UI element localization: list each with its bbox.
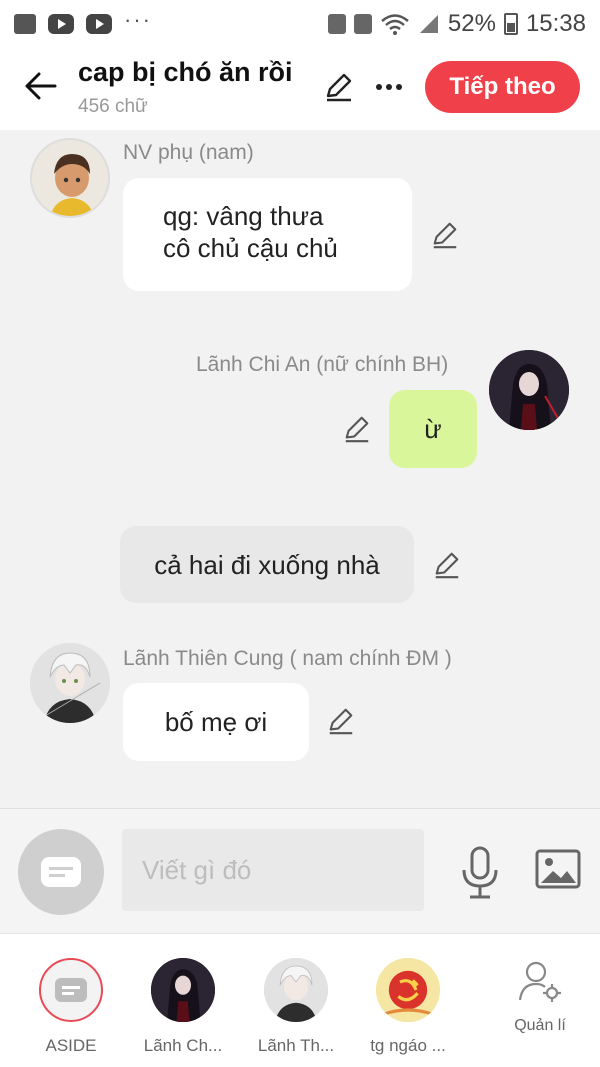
pencil-icon [433,222,457,249]
character-lanh-thien-cung[interactable]: Lãnh Th... [241,958,351,1056]
aside-icon [39,958,103,1022]
more-dot [386,84,392,90]
message-text-line: cả hai đi xuống nhà [154,549,380,580]
npc-boy-avatar-image [32,140,108,216]
battery-icon [503,13,518,35]
wifi-icon [381,14,409,35]
aside-icon [41,857,81,887]
video-notification-icon [48,14,74,34]
character-selector: ASIDE Lãnh Ch... Lãnh Th... tg ngáo ... … [0,933,600,1067]
gallery-notification-icon [14,14,36,34]
character-label: tg ngáo ... [370,1036,446,1055]
speaker-name: Lãnh Thiên Cung ( nam chính ĐM ) [123,647,452,670]
dark-hair-girl-avatar-image [489,350,569,430]
edit-message-button[interactable] [430,548,464,582]
dark-hair-girl-avatar [151,958,215,1022]
manage-characters-button[interactable]: Quản lí [500,960,580,1035]
message-text-line: ừ [424,414,442,444]
message-bubble[interactable]: qg: vâng thưa cô chủ cậu chủ [123,178,412,291]
emblem-avatar [376,958,440,1022]
character-label: Lãnh Ch... [143,1036,223,1055]
chat-area[interactable]: NV phụ (nam) qg: vâng thưa cô chủ cậu ch… [0,130,600,810]
narration-bubble[interactable]: cả hai đi xuống nhà [120,526,414,603]
message-bubble[interactable]: bố mẹ ơi [123,683,309,761]
word-count: 456 chữ [78,96,148,117]
edit-title-button[interactable] [320,68,358,106]
more-notifications-icon: ··· [124,7,152,32]
signal-icon [419,15,438,33]
edit-message-button[interactable] [340,412,374,446]
story-header: cap bị chó ăn rồi 456 chữ Tiếp theo [0,48,600,130]
white-hair-boy-avatar[interactable] [30,643,110,723]
image-icon [535,849,581,889]
user-settings-icon [518,961,561,1002]
npc-boy-avatar[interactable] [30,138,110,218]
character-aside[interactable]: ASIDE [16,958,126,1056]
character-tg-ngao[interactable]: tg ngáo ... [353,958,463,1056]
system-status: 52% 15:38 [327,10,586,38]
battery-percent: 52% [447,10,496,37]
more-dot [376,84,382,90]
pencil-icon [345,416,369,443]
white-hair-boy-avatar [264,958,328,1022]
message-text-line: bố mẹ ơi [164,707,268,737]
message-text-line: qg: vâng thưa [163,201,324,231]
data-saver-icon [327,14,346,34]
back-arrow-icon [25,72,57,100]
notification-icons: ··· [14,7,152,34]
aside-toggle-button[interactable] [18,829,104,915]
mute-icon [353,14,372,34]
composer [0,809,600,933]
message-input[interactable] [122,829,424,911]
back-button[interactable] [20,66,60,106]
character-label: ASIDE [45,1036,97,1055]
character-lanh-chi-an[interactable]: Lãnh Ch... [128,958,238,1056]
more-dot [396,84,402,90]
dark-hair-girl-avatar[interactable] [489,350,569,430]
microphone-icon [462,846,498,899]
youtube-notification-icon [86,14,112,34]
edit-message-button[interactable] [428,218,462,252]
message-text-line: cô chủ cậu chủ [163,233,338,263]
more-options-button[interactable] [370,68,408,106]
clock: 15:38 [525,10,586,37]
status-bar: ··· 52% 15:38 [0,0,600,48]
speaker-name: NV phụ (nam) [123,141,254,164]
edit-message-button[interactable] [324,704,358,738]
pencil-icon [435,552,459,579]
story-title: cap bị chó ăn rồi [78,57,293,87]
manage-label: Quản lí [514,1017,566,1034]
white-hair-boy-avatar-image [30,643,110,723]
pencil-icon [329,708,353,735]
character-label: Lãnh Th... [257,1036,335,1055]
next-button[interactable]: Tiếp theo [425,61,580,113]
speaker-name: Lãnh Chi An (nữ chính BH) [196,353,449,376]
insert-image-button[interactable] [534,847,582,891]
pencil-icon [326,73,352,102]
message-bubble[interactable]: ừ [389,390,477,468]
voice-input-button[interactable] [458,845,502,901]
